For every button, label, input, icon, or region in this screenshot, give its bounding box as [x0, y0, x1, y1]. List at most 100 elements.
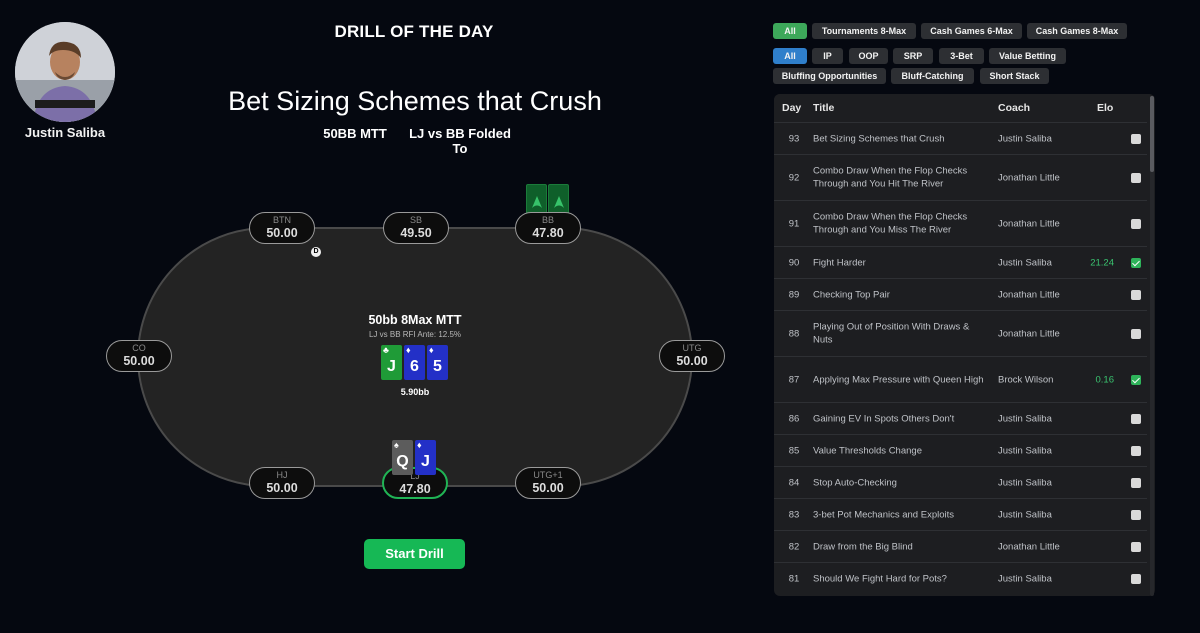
row-coach: Justin Saliba — [998, 573, 1052, 584]
row-completed-checkbox[interactable] — [1131, 573, 1141, 584]
row-completed-checkbox[interactable] — [1131, 477, 1141, 488]
seat-stack: 50.00 — [123, 354, 155, 368]
row-day: 89 — [788, 289, 800, 300]
row-coach: Jonathan Little — [998, 289, 1060, 300]
list-row[interactable]: 86 Gaining EV In Spots Others Don't Justin… — [774, 402, 1147, 434]
filter-tag-bluff-catching[interactable]: Bluff-Catching — [891, 68, 974, 84]
row-day: 85 — [788, 445, 800, 456]
row-day: 81 — [788, 573, 800, 584]
row-completed-checkbox[interactable] — [1131, 445, 1141, 456]
card-rank: Q — [396, 453, 409, 470]
filter-tag-3bet[interactable]: 3-Bet — [939, 48, 984, 64]
filter-game-all[interactable]: All — [773, 23, 807, 39]
seat-sb: SB 49.50 — [383, 212, 449, 244]
filter-tag-ip[interactable]: IP — [812, 48, 843, 64]
seat-stack: 50.00 — [532, 481, 564, 495]
card-rank: J — [421, 453, 430, 470]
seat-stack: 50.00 — [266, 226, 298, 240]
row-completed-checkbox[interactable] — [1131, 218, 1141, 229]
card-suit: ♠ — [394, 440, 399, 450]
row-completed-checkbox[interactable] — [1131, 374, 1141, 385]
filter-tournaments-8max[interactable]: Tournaments 8-Max — [812, 23, 916, 39]
list-row[interactable]: 91 Combo Draw When the Flop Checks Throug… — [774, 200, 1147, 246]
row-title: Bet Sizing Schemes that Crush — [813, 132, 945, 144]
row-coach: Brock Wilson — [998, 374, 1054, 385]
row-coach: Justin Saliba — [998, 445, 1052, 456]
row-coach: Jonathan Little — [998, 541, 1060, 552]
list-row[interactable]: 88 Playing Out of Position With Draws & N… — [774, 310, 1147, 356]
list-row[interactable]: 83 3-bet Pot Mechanics and Exploits Justin… — [774, 498, 1147, 530]
seat-hj: HJ 50.00 — [249, 467, 315, 499]
list-row[interactable]: 89 Checking Top Pair Jonathan Little — [774, 278, 1147, 310]
table-subtitle: LJ vs BB RFI Ante: 12.5% — [368, 330, 462, 339]
card-rank: 5 — [433, 358, 442, 375]
row-day: 83 — [788, 509, 800, 520]
row-day: 90 — [788, 257, 800, 268]
row-title: Draw from the Big Blind — [813, 540, 913, 552]
list-scrollbar-thumb[interactable] — [1150, 96, 1154, 172]
filter-tag-all[interactable]: All — [773, 48, 807, 64]
card-suit: ♣ — [383, 345, 389, 355]
row-day: 84 — [788, 477, 800, 488]
row-coach: Jonathan Little — [998, 172, 1060, 183]
seat-co: CO 50.00 — [106, 340, 172, 372]
row-title: Combo Draw When the Flop Checks Through … — [813, 211, 968, 236]
header-elo: Elo — [1097, 102, 1114, 114]
row-coach: Jonathan Little — [998, 218, 1060, 229]
list-header: Day Title Coach Elo — [774, 94, 1155, 122]
seat-position: HJ — [276, 470, 288, 480]
seat-utg: UTG 50.00 — [659, 340, 725, 372]
seat-position: UTG — [682, 343, 702, 353]
row-completed-checkbox[interactable] — [1131, 172, 1141, 183]
row-title: Value Thresholds Change — [813, 444, 922, 456]
list-row[interactable]: 84 Stop Auto-Checking Justin Saliba — [774, 466, 1147, 498]
card-rank: 6 — [410, 358, 419, 375]
filter-tag-bluffing-opportunities[interactable]: Bluffing Opportunities — [773, 68, 886, 84]
hero-card-1: ♠ Q — [392, 440, 413, 475]
row-completed-checkbox[interactable] — [1131, 509, 1141, 520]
list-row[interactable]: 93 Bet Sizing Schemes that Crush Justin Sa… — [774, 122, 1147, 154]
filter-tag-oop[interactable]: OOP — [849, 48, 888, 64]
row-completed-checkbox[interactable] — [1131, 257, 1141, 268]
filter-tag-short-stack[interactable]: Short Stack — [980, 68, 1049, 84]
list-row[interactable]: 81 Should We Fight Hard for Pots? Justin S… — [774, 562, 1147, 594]
row-day: 86 — [788, 413, 800, 424]
row-title: 3-bet Pot Mechanics and Exploits — [813, 508, 954, 520]
filter-cash-8max[interactable]: Cash Games 8-Max — [1027, 23, 1127, 39]
card-suit: ♦ — [406, 345, 411, 355]
row-completed-checkbox[interactable] — [1131, 413, 1141, 424]
row-title: Fight Harder — [813, 256, 866, 268]
list-row[interactable]: 92 Combo Draw When the Flop Checks Throug… — [774, 154, 1147, 200]
seat-position: UTG+1 — [533, 470, 563, 480]
list-row[interactable]: 90 Fight Harder Justin Saliba 21.24 — [774, 246, 1147, 278]
row-completed-checkbox[interactable] — [1131, 541, 1141, 552]
logo-icon — [532, 196, 542, 208]
seat-btn: BTN 50.00 — [249, 212, 315, 244]
list-row[interactable]: 85 Value Thresholds Change Justin Saliba — [774, 434, 1147, 466]
filter-tag-srp[interactable]: SRP — [893, 48, 933, 64]
header-coach: Coach — [998, 102, 1031, 114]
row-completed-checkbox[interactable] — [1131, 289, 1141, 300]
row-elo: 21.24 — [1090, 257, 1114, 268]
start-drill-button[interactable]: Start Drill — [364, 539, 465, 569]
board-card-3: ♦ 5 — [427, 345, 448, 380]
row-coach: Justin Saliba — [998, 477, 1052, 488]
drill-situation: LJ vs BB Folded To — [409, 126, 511, 156]
seat-stack: 49.50 — [400, 226, 432, 240]
card-suit: ♦ — [429, 345, 434, 355]
board-card-2: ♦ 6 — [404, 345, 425, 380]
table-title: 50bb 8Max MTT — [368, 313, 462, 327]
header-title: Title — [813, 102, 835, 114]
list-row[interactable]: 82 Draw from the Big Blind Jonathan Little — [774, 530, 1147, 562]
filter-tag-value-betting[interactable]: Value Betting — [989, 48, 1066, 64]
list-row[interactable]: 87 Applying Max Pressure with Queen High B… — [774, 356, 1147, 402]
row-completed-checkbox[interactable] — [1131, 133, 1141, 144]
card-rank: J — [387, 358, 396, 375]
row-day: 91 — [788, 218, 800, 229]
row-title: Checking Top Pair — [813, 288, 890, 300]
row-completed-checkbox[interactable] — [1131, 328, 1141, 339]
row-title: Gaining EV In Spots Others Don't — [813, 412, 955, 424]
header-day: Day — [782, 102, 802, 114]
row-elo: 0.16 — [1095, 374, 1115, 385]
filter-cash-6max[interactable]: Cash Games 6-Max — [921, 23, 1022, 39]
